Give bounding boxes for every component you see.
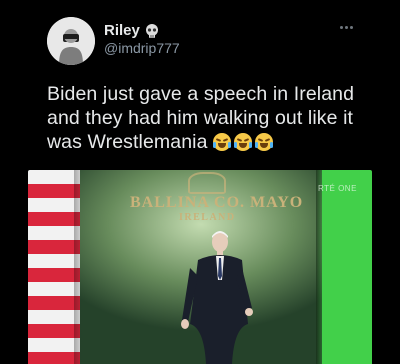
loudly-crying-face-icon (213, 133, 232, 151)
tweet-media-video[interactable]: BALLINA CO. MAYO IRELAND RTÉ ONE (28, 170, 372, 364)
tweet-text: Biden just gave a speech in Ireland and … (47, 82, 367, 154)
crest-image (188, 172, 226, 194)
skull-emoji-icon (145, 23, 159, 39)
loudly-crying-face-icon (234, 133, 253, 151)
green-screen-panel (322, 170, 372, 364)
author-name-row: Riley (104, 22, 159, 39)
author-name[interactable]: Riley (104, 22, 140, 39)
sign-location: BALLINA CO. MAYO (130, 194, 304, 211)
author-handle[interactable]: @imdrip777 (104, 40, 180, 56)
tweet-body: Biden just gave a speech in Ireland and … (47, 83, 355, 153)
speaker-figure-image (181, 231, 253, 364)
loudly-crying-face-icon (255, 133, 274, 151)
broadcaster-watermark: RTÉ ONE (318, 184, 357, 193)
sign-country: IRELAND (179, 212, 236, 223)
us-flag-image (28, 170, 80, 364)
avatar[interactable] (47, 17, 95, 65)
more-options-icon[interactable] (337, 22, 355, 32)
